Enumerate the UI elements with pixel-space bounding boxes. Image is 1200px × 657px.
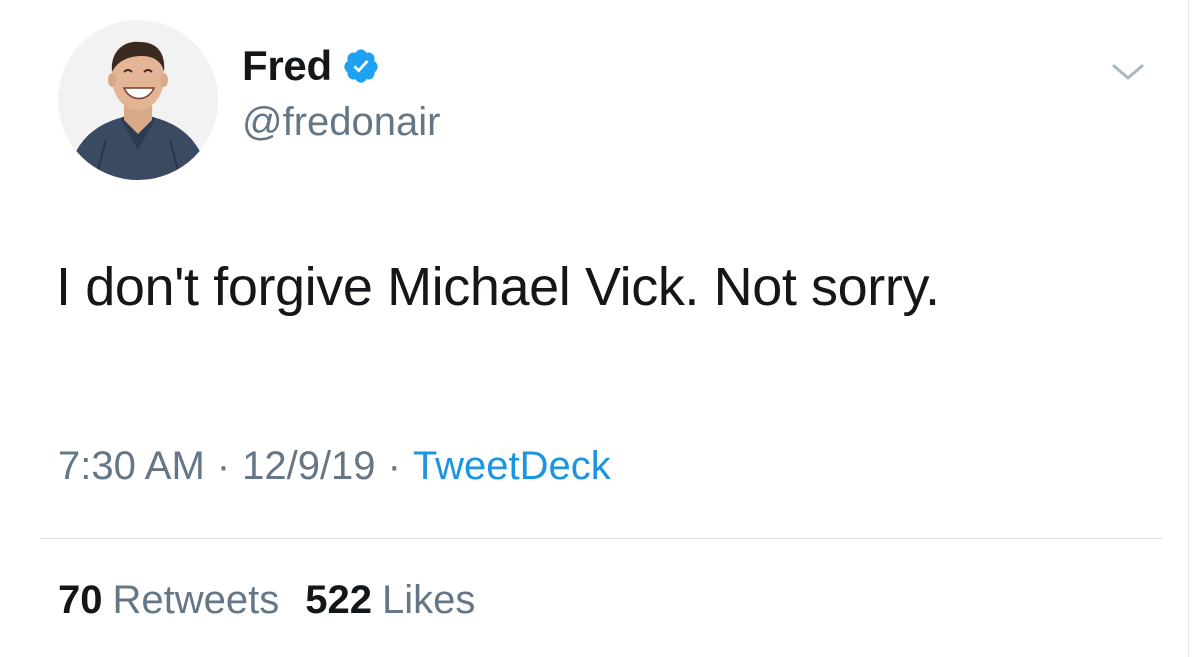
author-name-row[interactable]: Fred xyxy=(242,40,380,92)
retweets-label: Retweets xyxy=(112,578,280,622)
retweets-count: 70 xyxy=(58,578,103,622)
divider xyxy=(40,538,1162,539)
retweets-stat[interactable]: 70 Retweets xyxy=(58,578,279,623)
scroll-edge xyxy=(1188,0,1189,657)
author-handle[interactable]: @fredonair xyxy=(242,100,440,145)
tweet-time[interactable]: 7:30 AM xyxy=(58,444,205,489)
tweet-card: Fred @fredonair I don't forgive Michael … xyxy=(0,0,1200,657)
verified-badge-icon xyxy=(342,47,380,85)
avatar-image xyxy=(58,20,218,180)
author-display-name[interactable]: Fred xyxy=(242,42,332,90)
tweet-text: I don't forgive Michael Vick. Not sorry. xyxy=(56,257,940,317)
avatar[interactable] xyxy=(58,20,218,180)
likes-label: Likes xyxy=(382,578,476,622)
meta-separator: · xyxy=(216,444,231,488)
tweet-source-link[interactable]: TweetDeck xyxy=(413,444,611,489)
tweet-stats: 70 Retweets 522 Likes xyxy=(58,578,475,623)
meta-separator: · xyxy=(387,444,401,488)
likes-stat[interactable]: 522 Likes xyxy=(305,578,475,623)
chevron-down-icon[interactable] xyxy=(1110,58,1146,86)
tweet-meta: 7:30 AM · 12/9/19 · TweetDeck xyxy=(58,444,611,489)
likes-count: 522 xyxy=(305,578,372,622)
tweet-date[interactable]: 12/9/19 xyxy=(242,444,375,489)
